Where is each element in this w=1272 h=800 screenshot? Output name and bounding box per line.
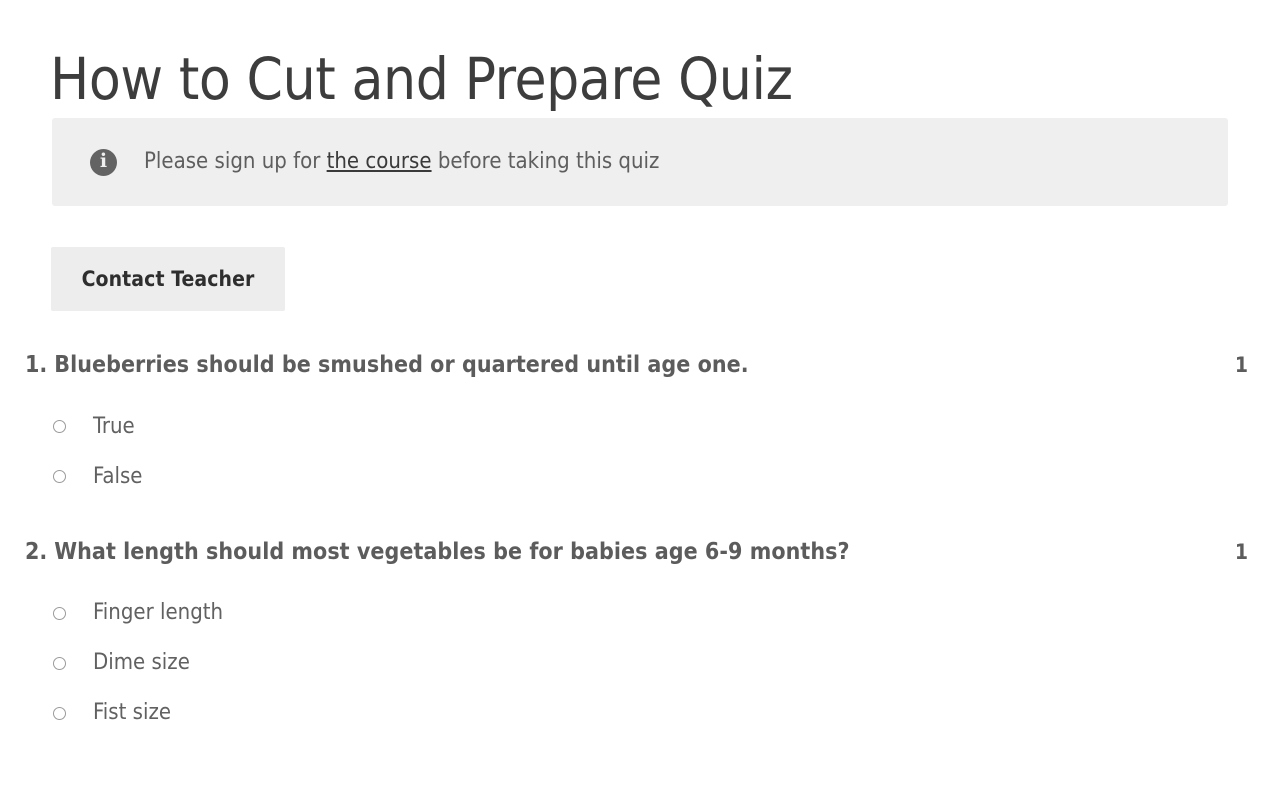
- option-row[interactable]: True: [0, 402, 1272, 452]
- questions-list: 1. Blueberries should be smushed or quar…: [0, 348, 1272, 738]
- option-row[interactable]: False: [0, 452, 1272, 502]
- question-block-2: 2. What length should most vegetables be…: [0, 535, 1272, 739]
- option-row[interactable]: Dime size: [0, 638, 1272, 688]
- question-text-1: Blueberries should be smushed or quarter…: [54, 352, 749, 378]
- radio-button-icon[interactable]: [53, 606, 66, 620]
- radio-button-icon[interactable]: [53, 706, 66, 720]
- notice-text-after: before taking this quiz: [431, 148, 660, 174]
- the-course-link[interactable]: the course: [327, 149, 432, 174]
- page-title: How to Cut and Prepare Quiz: [50, 44, 793, 113]
- answer-options-2: Finger length Dime size Fist size: [0, 588, 1272, 738]
- radio-button-icon[interactable]: [53, 470, 66, 483]
- question-header-2: 2. What length should most vegetables be…: [0, 535, 1272, 570]
- option-label: True: [93, 413, 135, 439]
- question-points-1: 1: [1234, 353, 1248, 377]
- question-points-2: 1: [1234, 539, 1248, 564]
- option-label: False: [93, 463, 143, 489]
- radio-button-icon[interactable]: [53, 420, 66, 433]
- signup-notice-banner: i Please sign up for the course before t…: [52, 118, 1228, 206]
- radio-button-icon[interactable]: [53, 656, 66, 670]
- question-number-1: 1.: [25, 352, 48, 378]
- option-label: Dime size: [93, 650, 190, 675]
- question-text-2: What length should most vegetables be fo…: [54, 538, 850, 565]
- signup-notice-text: Please sign up for the course before tak…: [144, 148, 659, 177]
- info-circle-icon: i: [90, 148, 117, 176]
- quiz-page: How to Cut and Prepare Quiz i Please sig…: [0, 0, 1272, 800]
- notice-text-before: Please sign up for: [144, 148, 327, 174]
- option-row[interactable]: Fist size: [0, 688, 1272, 738]
- question-number-2: 2.: [25, 538, 48, 565]
- option-row[interactable]: Finger length: [0, 588, 1272, 638]
- question-header-1: 1. Blueberries should be smushed or quar…: [0, 348, 1272, 383]
- contact-teacher-button[interactable]: Contact Teacher: [51, 247, 285, 311]
- option-label: Finger length: [93, 600, 224, 625]
- question-block-1: 1. Blueberries should be smushed or quar…: [0, 348, 1272, 502]
- answer-options-1: True False: [0, 402, 1272, 502]
- option-label: Fist size: [93, 700, 172, 725]
